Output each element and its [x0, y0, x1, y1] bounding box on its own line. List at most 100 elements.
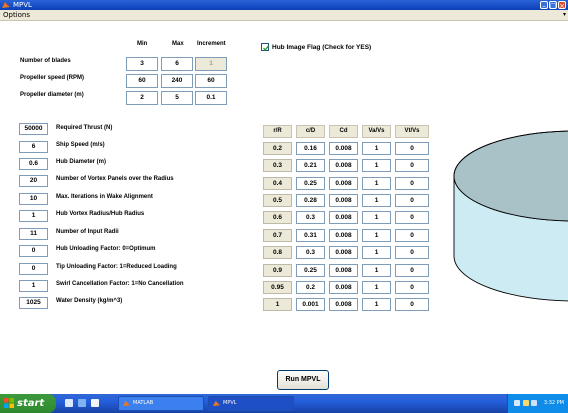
volume-icon[interactable] — [531, 400, 537, 406]
diameter-max-field[interactable]: 5 — [161, 91, 193, 105]
windows-logo-icon — [4, 398, 14, 408]
table-cell-cD[interactable]: 0.31 — [296, 229, 325, 242]
table-cell-vt[interactable]: 0 — [395, 177, 429, 190]
table-cell-cD[interactable]: 0.28 — [296, 194, 325, 207]
table-cell-vt[interactable]: 0 — [395, 229, 429, 242]
taskbar-matlab-label: MATLAB — [133, 400, 154, 406]
table-header-rR: r/R — [263, 125, 292, 138]
table-cell-cd[interactable]: 0.008 — [329, 229, 358, 242]
table-cell-rR: 0.4 — [263, 177, 292, 190]
water-density-label: Water Density (kg/m^3) — [56, 298, 123, 304]
maximize-button[interactable]: □ — [549, 1, 557, 10]
table-cell-rR: 0.3 — [263, 159, 292, 172]
table-cell-cD[interactable]: 0.16 — [296, 142, 325, 155]
run-mpvl-button[interactable]: Run MPVL — [277, 370, 329, 390]
table-cell-vt[interactable]: 0 — [395, 298, 429, 311]
vortex-panels-field[interactable]: 20 — [19, 175, 48, 187]
speed-increment-field[interactable]: 60 — [195, 74, 227, 88]
hub-unloading-field[interactable]: 0 — [19, 245, 48, 257]
table-cell-vt[interactable]: 0 — [395, 159, 429, 172]
table-cell-cD[interactable]: 0.3 — [296, 246, 325, 259]
table-cell-va[interactable]: 1 — [362, 211, 391, 224]
table-cell-cD[interactable]: 0.2 — [296, 281, 325, 294]
diameter-increment-field[interactable]: 0.1 — [195, 91, 227, 105]
swirl-cancellation-field[interactable]: 1 — [19, 280, 48, 292]
ship-speed-field[interactable]: 6 — [19, 141, 48, 153]
tip-unloading-field[interactable]: 0 — [19, 263, 48, 275]
start-button[interactable]: start — [0, 394, 56, 413]
water-density-field[interactable]: 1025 — [19, 297, 48, 309]
system-tray: 3:32 PM — [507, 394, 568, 413]
quicklaunch-ie-icon[interactable] — [65, 399, 73, 407]
table-cell-va[interactable]: 1 — [362, 142, 391, 155]
table-cell-rR: 0.8 — [263, 246, 292, 259]
param-header-min: Min — [137, 41, 148, 47]
table-cell-cD[interactable]: 0.001 — [296, 298, 325, 311]
quicklaunch-media-icon[interactable] — [91, 399, 99, 407]
input-radii-label: Number of Input Radii — [56, 229, 119, 235]
table-cell-cD[interactable]: 0.21 — [296, 159, 325, 172]
clock: 3:32 PM — [543, 400, 564, 406]
taskbar-mpvl-button[interactable]: MPVL — [208, 396, 294, 411]
close-button[interactable]: × — [558, 1, 566, 10]
diameter-min-field[interactable]: 2 — [126, 91, 158, 105]
table-cell-vt[interactable]: 0 — [395, 264, 429, 277]
table-cell-vt[interactable]: 0 — [395, 211, 429, 224]
param-header-max: Max — [172, 41, 184, 47]
table-cell-va[interactable]: 1 — [362, 159, 391, 172]
minimize-button[interactable]: – — [540, 1, 548, 10]
quicklaunch-desktop-icon[interactable] — [78, 399, 86, 407]
table-cell-cD[interactable]: 0.25 — [296, 177, 325, 190]
input-radii-field[interactable]: 11 — [19, 228, 48, 240]
speed-max-field[interactable]: 240 — [161, 74, 193, 88]
table-cell-cd[interactable]: 0.008 — [329, 142, 358, 155]
table-cell-cd[interactable]: 0.008 — [329, 211, 358, 224]
table-cell-va[interactable]: 1 — [362, 298, 391, 311]
mpvl-icon — [213, 400, 220, 407]
table-cell-rR: 0.7 — [263, 229, 292, 242]
table-cell-rR: 0.6 — [263, 211, 292, 224]
blades-increment-field: 1 — [195, 57, 227, 71]
table-cell-va[interactable]: 1 — [362, 229, 391, 242]
table-cell-va[interactable]: 1 — [362, 246, 391, 259]
table-cell-rR: 0.95 — [263, 281, 292, 294]
table-cell-va[interactable]: 1 — [362, 177, 391, 190]
table-cell-va[interactable]: 1 — [362, 264, 391, 277]
table-cell-va[interactable]: 1 — [362, 194, 391, 207]
table-cell-cd[interactable]: 0.008 — [329, 281, 358, 294]
tip-unloading-label: Tip Unloading Factor: 1=Reduced Loading — [56, 264, 177, 270]
table-cell-va[interactable]: 1 — [362, 281, 391, 294]
table-cell-vt[interactable]: 0 — [395, 142, 429, 155]
speed-min-field[interactable]: 60 — [126, 74, 158, 88]
table-cell-cd[interactable]: 0.008 — [329, 177, 358, 190]
checkmark-icon — [263, 45, 270, 52]
param-label-diameter: Propeller diameter (m) — [20, 92, 84, 98]
table-cell-cd[interactable]: 0.008 — [329, 264, 358, 277]
table-cell-cd[interactable]: 0.008 — [329, 194, 358, 207]
hub-diameter-field[interactable]: 0.6 — [19, 158, 48, 170]
blades-min-field[interactable]: 3 — [126, 57, 158, 71]
table-header-cD: c/D — [296, 125, 325, 138]
menu-options[interactable]: Options — [3, 10, 30, 20]
table-cell-cd[interactable]: 0.008 — [329, 159, 358, 172]
table-cell-cD[interactable]: 0.3 — [296, 211, 325, 224]
hub-vortex-radius-label: Hub Vortex Radius/Hub Radius — [56, 211, 145, 217]
hub-image-checkbox[interactable] — [261, 43, 270, 52]
table-cell-vt[interactable]: 0 — [395, 246, 429, 259]
blades-max-field[interactable]: 6 — [161, 57, 193, 71]
table-cell-cd[interactable]: 0.008 — [329, 246, 358, 259]
table-cell-vt[interactable]: 0 — [395, 281, 429, 294]
menu-overflow-icon[interactable]: ▾ — [563, 10, 566, 20]
hub-unloading-label: Hub Unloading Factor: 0=Optimum — [56, 246, 156, 252]
table-cell-cd[interactable]: 0.008 — [329, 298, 358, 311]
taskbar: start MATLAB MPVL 3:32 PM — [0, 394, 568, 413]
hub-vortex-radius-field[interactable]: 1 — [19, 210, 48, 222]
security-icon[interactable] — [523, 400, 529, 406]
param-label-speed: Propeller speed (RPM) — [20, 75, 85, 81]
network-icon[interactable] — [514, 400, 520, 406]
required-thrust-field[interactable]: 50000 — [19, 123, 48, 135]
table-cell-vt[interactable]: 0 — [395, 194, 429, 207]
max-iterations-field[interactable]: 10 — [19, 193, 48, 205]
table-cell-cD[interactable]: 0.25 — [296, 264, 325, 277]
taskbar-matlab-button[interactable]: MATLAB — [118, 396, 204, 411]
